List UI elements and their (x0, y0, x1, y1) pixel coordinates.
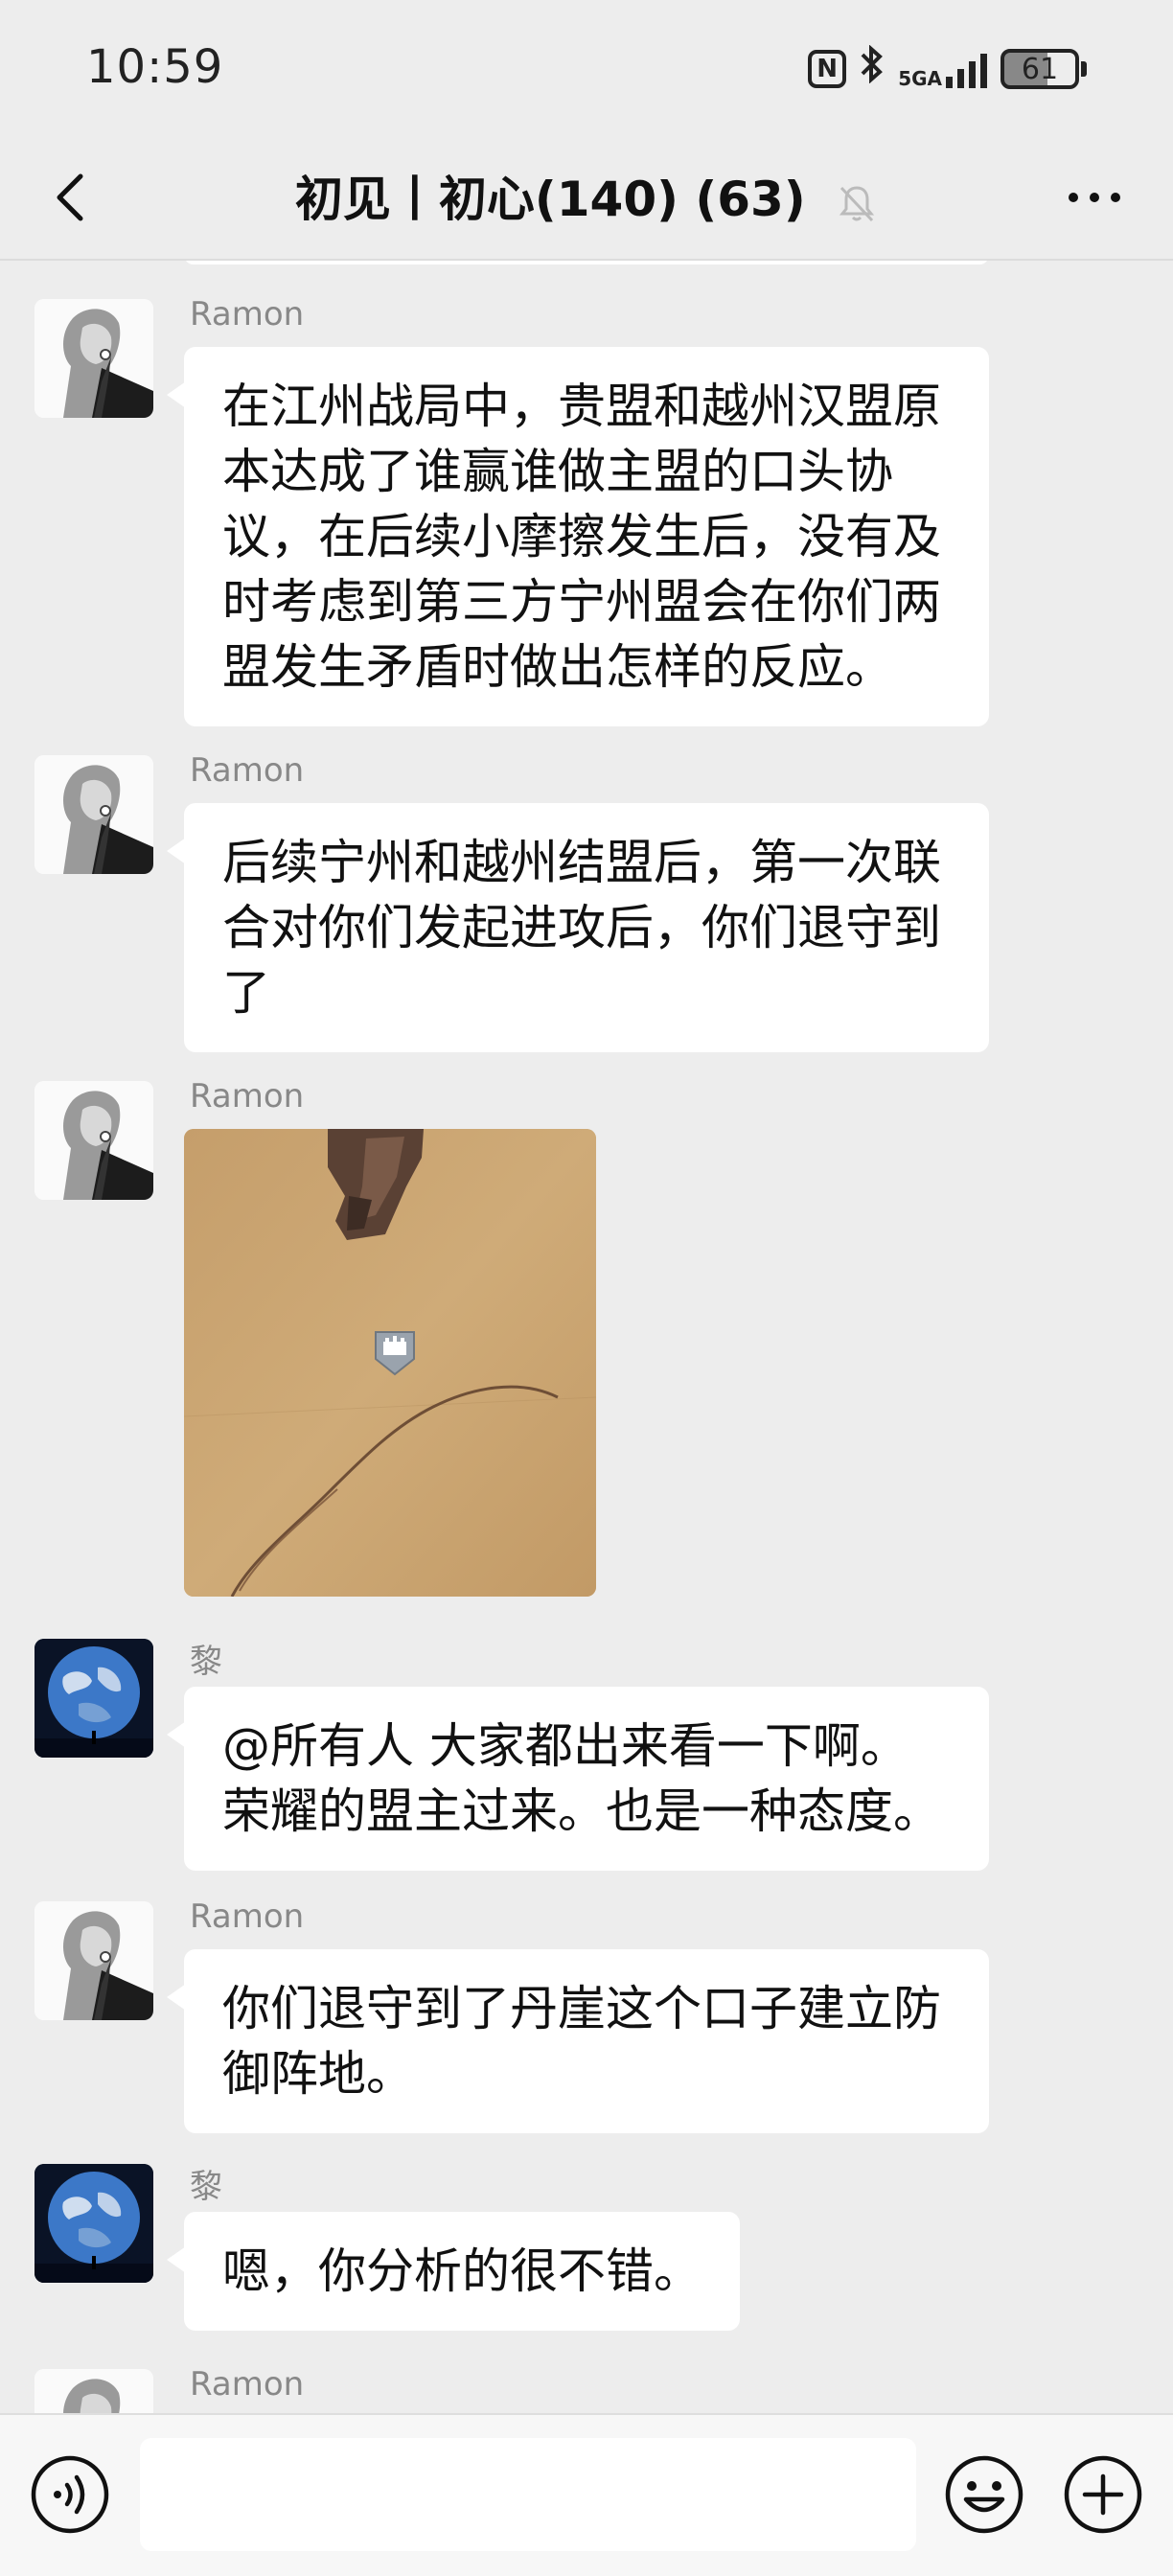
battery-icon: 61 (1000, 49, 1087, 89)
chat-title-wrap: 初见丨初心(140) (63) (0, 161, 1173, 230)
sender-name: 黎 (190, 2168, 222, 2206)
message-list[interactable]: Ramon 在江州战局中，贵盟和越州汉盟原本达成了谁赢谁做主盟的口头协议，在后续… (0, 261, 1173, 2413)
sender-name: Ramon (190, 2365, 305, 2404)
voice-input-icon[interactable] (29, 2453, 111, 2536)
previous-message-bubble (184, 261, 989, 264)
sender-name: Ramon (190, 751, 305, 790)
status-time: 10:59 (86, 40, 224, 94)
sender-name: Ramon (190, 1898, 305, 1936)
more-options-icon[interactable] (1064, 176, 1125, 218)
earth-avatar[interactable] (34, 1639, 153, 1758)
chat-header: 初见丨初心(140) (63) (0, 134, 1173, 261)
message-bubble[interactable]: 你们退守到了丹崖这个口子建立防御阵地。 (167, 1949, 989, 2133)
ramon-avatar[interactable] (34, 1081, 153, 1200)
emoji-icon[interactable] (943, 2453, 1025, 2536)
sender-name: 黎 (190, 1643, 222, 1681)
nfc-icon: N (808, 50, 847, 88)
ramon-avatar[interactable] (34, 1901, 153, 2020)
sender-name: Ramon (190, 1077, 305, 1116)
message-bubble[interactable]: 后续宁州和越州结盟后，第一次联合对你们发起进攻后，你们退守到了 (167, 803, 989, 1052)
signal-bars-icon (946, 50, 987, 88)
ramon-avatar[interactable] (34, 2369, 153, 2413)
earth-avatar[interactable] (34, 2164, 153, 2283)
message-input[interactable] (140, 2438, 916, 2551)
battery-level: 61 (1000, 49, 1079, 89)
status-icons: N 5GA 61 (808, 44, 1087, 93)
desert-map-image[interactable] (184, 1129, 596, 1597)
status-bar: 10:59 N 5GA 61 (0, 0, 1173, 134)
input-bar (0, 2413, 1173, 2576)
network-type: 5GA (898, 67, 942, 90)
ramon-avatar[interactable] (34, 755, 153, 874)
chat-title: 初见丨初心(140) (63) (294, 172, 806, 227)
sender-name: Ramon (190, 295, 305, 334)
cellular-icon: 5GA (898, 50, 987, 88)
mute-bell-icon (839, 185, 875, 221)
plus-icon[interactable] (1062, 2453, 1144, 2536)
message-bubble[interactable]: 嗯，你分析的很不错。 (167, 2212, 740, 2331)
bluetooth-icon (860, 44, 885, 93)
ramon-avatar[interactable] (34, 299, 153, 418)
message-bubble[interactable]: @所有人 大家都出来看一下啊。荣耀的盟主过来。也是一种态度。 (167, 1687, 989, 1871)
message-bubble[interactable]: 在江州战局中，贵盟和越州汉盟原本达成了谁赢谁做主盟的口头协议，在后续小摩擦发生后… (167, 347, 989, 726)
